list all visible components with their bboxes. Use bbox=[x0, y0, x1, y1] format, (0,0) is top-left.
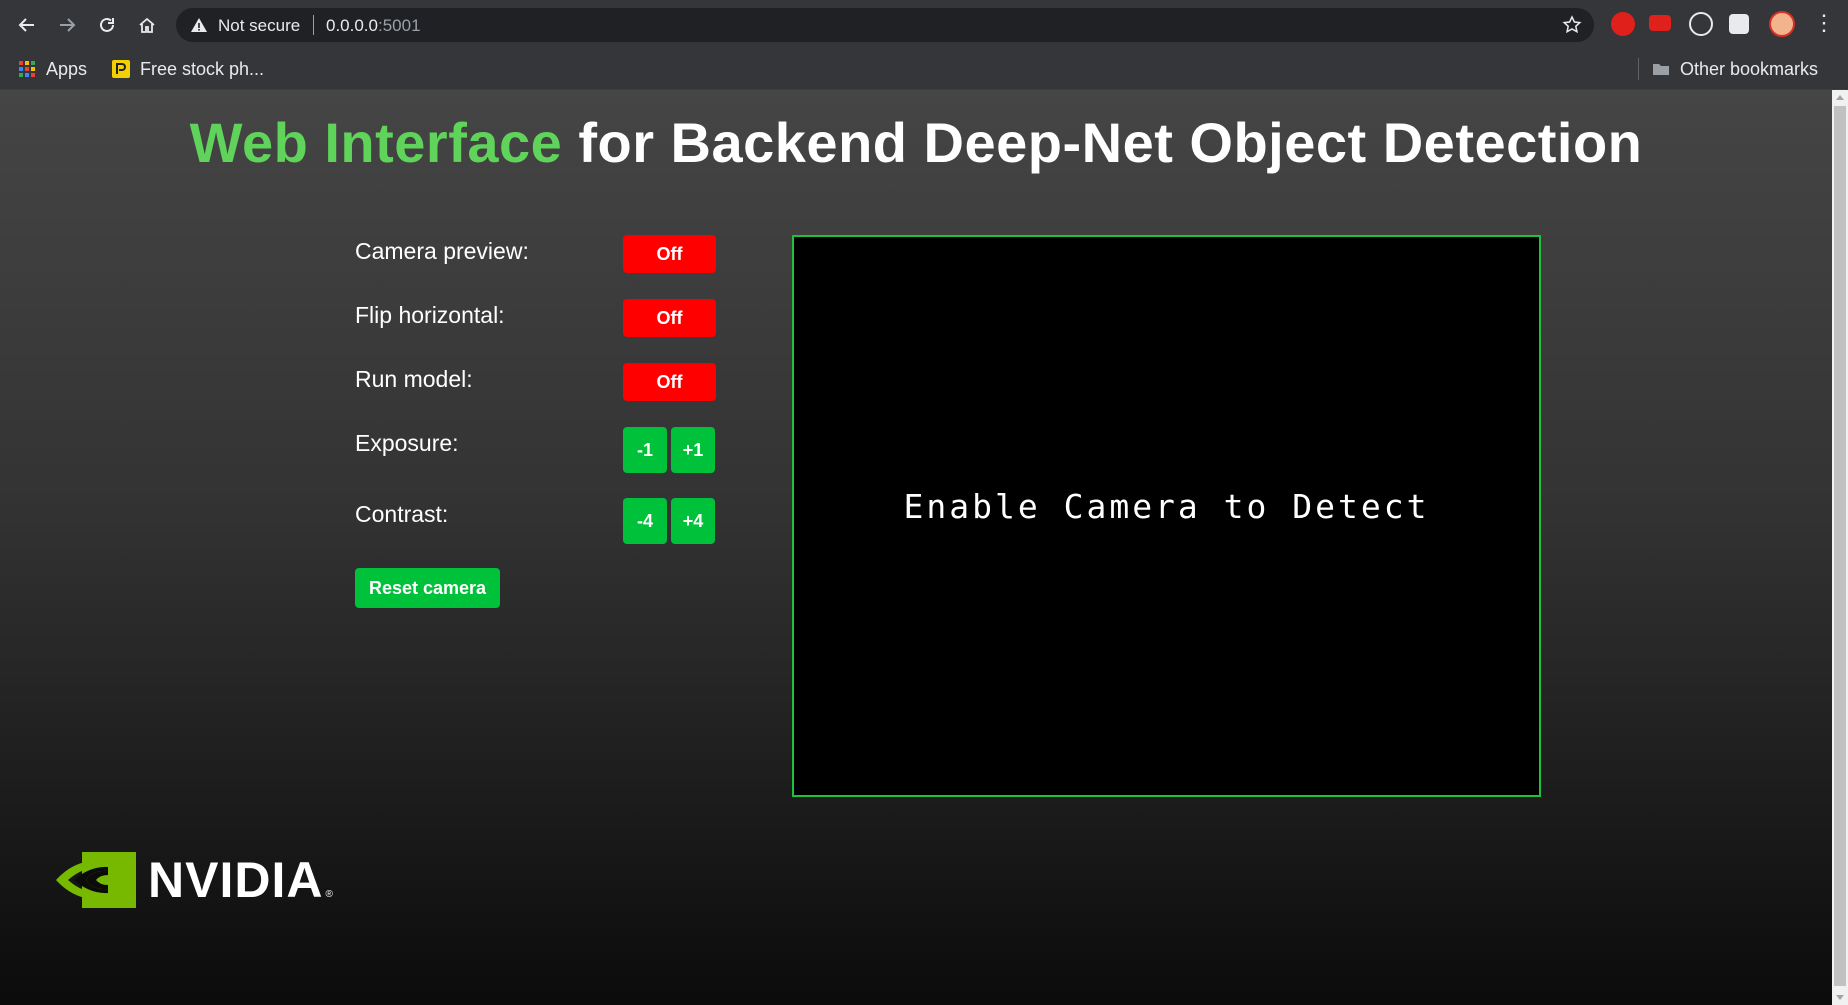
flip-horizontal-toggle[interactable]: Off bbox=[623, 299, 716, 337]
nvidia-logo: NVIDIA ® bbox=[56, 852, 333, 908]
run-model-label: Run model: bbox=[355, 366, 473, 392]
scrollbar-thumb[interactable] bbox=[1834, 106, 1846, 986]
folder-icon bbox=[1653, 64, 1669, 75]
title-rest: for Backend Deep-Net Object Detection bbox=[562, 111, 1643, 174]
camera-preview-toggle[interactable]: Off bbox=[623, 235, 716, 273]
contrast-label: Contrast: bbox=[355, 501, 449, 527]
youtube-extension-icon[interactable] bbox=[1649, 15, 1671, 31]
apps-grid-icon bbox=[19, 61, 35, 77]
exposure-label: Exposure: bbox=[355, 430, 459, 456]
browser-toolbar: Not secure 0.0.0.0:5001 ⋮ bbox=[0, 0, 1848, 49]
adblock-extension-icon[interactable] bbox=[1611, 12, 1635, 36]
security-label[interactable]: Not secure bbox=[218, 16, 300, 36]
address-bar[interactable]: Not secure 0.0.0.0:5001 bbox=[176, 8, 1594, 42]
other-bookmarks-label: Other bookmarks bbox=[1680, 58, 1819, 79]
browser-menu-icon[interactable]: ⋮ bbox=[1813, 10, 1835, 38]
scroll-up-arrow-icon[interactable] bbox=[1836, 95, 1844, 100]
extensions-puzzle-icon[interactable] bbox=[1729, 14, 1749, 34]
contrast-decrease-button[interactable]: -4 bbox=[623, 498, 667, 544]
warning-triangle-icon bbox=[191, 18, 207, 32]
scroll-down-arrow-icon[interactable] bbox=[1836, 995, 1844, 1000]
exposure-decrease-button[interactable]: -1 bbox=[623, 427, 667, 473]
forward-arrow-icon[interactable] bbox=[52, 10, 82, 40]
address-separator bbox=[313, 15, 314, 35]
bookmark-free-stock[interactable]: Free stock ph... bbox=[112, 57, 264, 81]
pexels-icon bbox=[112, 60, 130, 78]
bookmark-star-icon[interactable] bbox=[1562, 15, 1582, 35]
page-scrollbar[interactable] bbox=[1832, 90, 1848, 1005]
exposure-increase-button[interactable]: +1 bbox=[671, 427, 715, 473]
bookmark-label: Free stock ph... bbox=[140, 58, 265, 79]
nvidia-eye-icon bbox=[56, 852, 136, 908]
title-accent: Web Interface bbox=[189, 111, 563, 174]
page-title: Web Interface for Backend Deep-Net Objec… bbox=[0, 110, 1832, 175]
react-devtools-icon[interactable] bbox=[1689, 12, 1713, 36]
registered-mark: ® bbox=[325, 889, 333, 900]
bookmark-apps[interactable]: Apps bbox=[18, 57, 87, 81]
bookmarks-divider bbox=[1638, 58, 1639, 80]
contrast-increase-button[interactable]: +4 bbox=[671, 498, 715, 544]
nvidia-wordmark: NVIDIA bbox=[148, 852, 324, 908]
flip-horizontal-label: Flip horizontal: bbox=[355, 302, 505, 328]
run-model-toggle[interactable]: Off bbox=[623, 363, 716, 401]
bookmark-label: Apps bbox=[46, 58, 88, 79]
reset-camera-button[interactable]: Reset camera bbox=[355, 568, 500, 608]
home-icon[interactable] bbox=[132, 10, 162, 40]
profile-avatar[interactable] bbox=[1769, 11, 1795, 37]
url-text[interactable]: 0.0.0.0:5001 bbox=[326, 16, 421, 36]
other-bookmarks[interactable]: Other bookmarks bbox=[1652, 57, 1818, 81]
camera-preview-panel: Enable Camera to Detect bbox=[792, 235, 1541, 797]
preview-message: Enable Camera to Detect bbox=[903, 487, 1430, 526]
camera-preview-label: Camera preview: bbox=[355, 238, 529, 264]
back-arrow-icon[interactable] bbox=[12, 10, 42, 40]
reload-icon[interactable] bbox=[92, 10, 122, 40]
bookmarks-bar: Apps Free stock ph... Other bookmarks bbox=[0, 49, 1848, 90]
